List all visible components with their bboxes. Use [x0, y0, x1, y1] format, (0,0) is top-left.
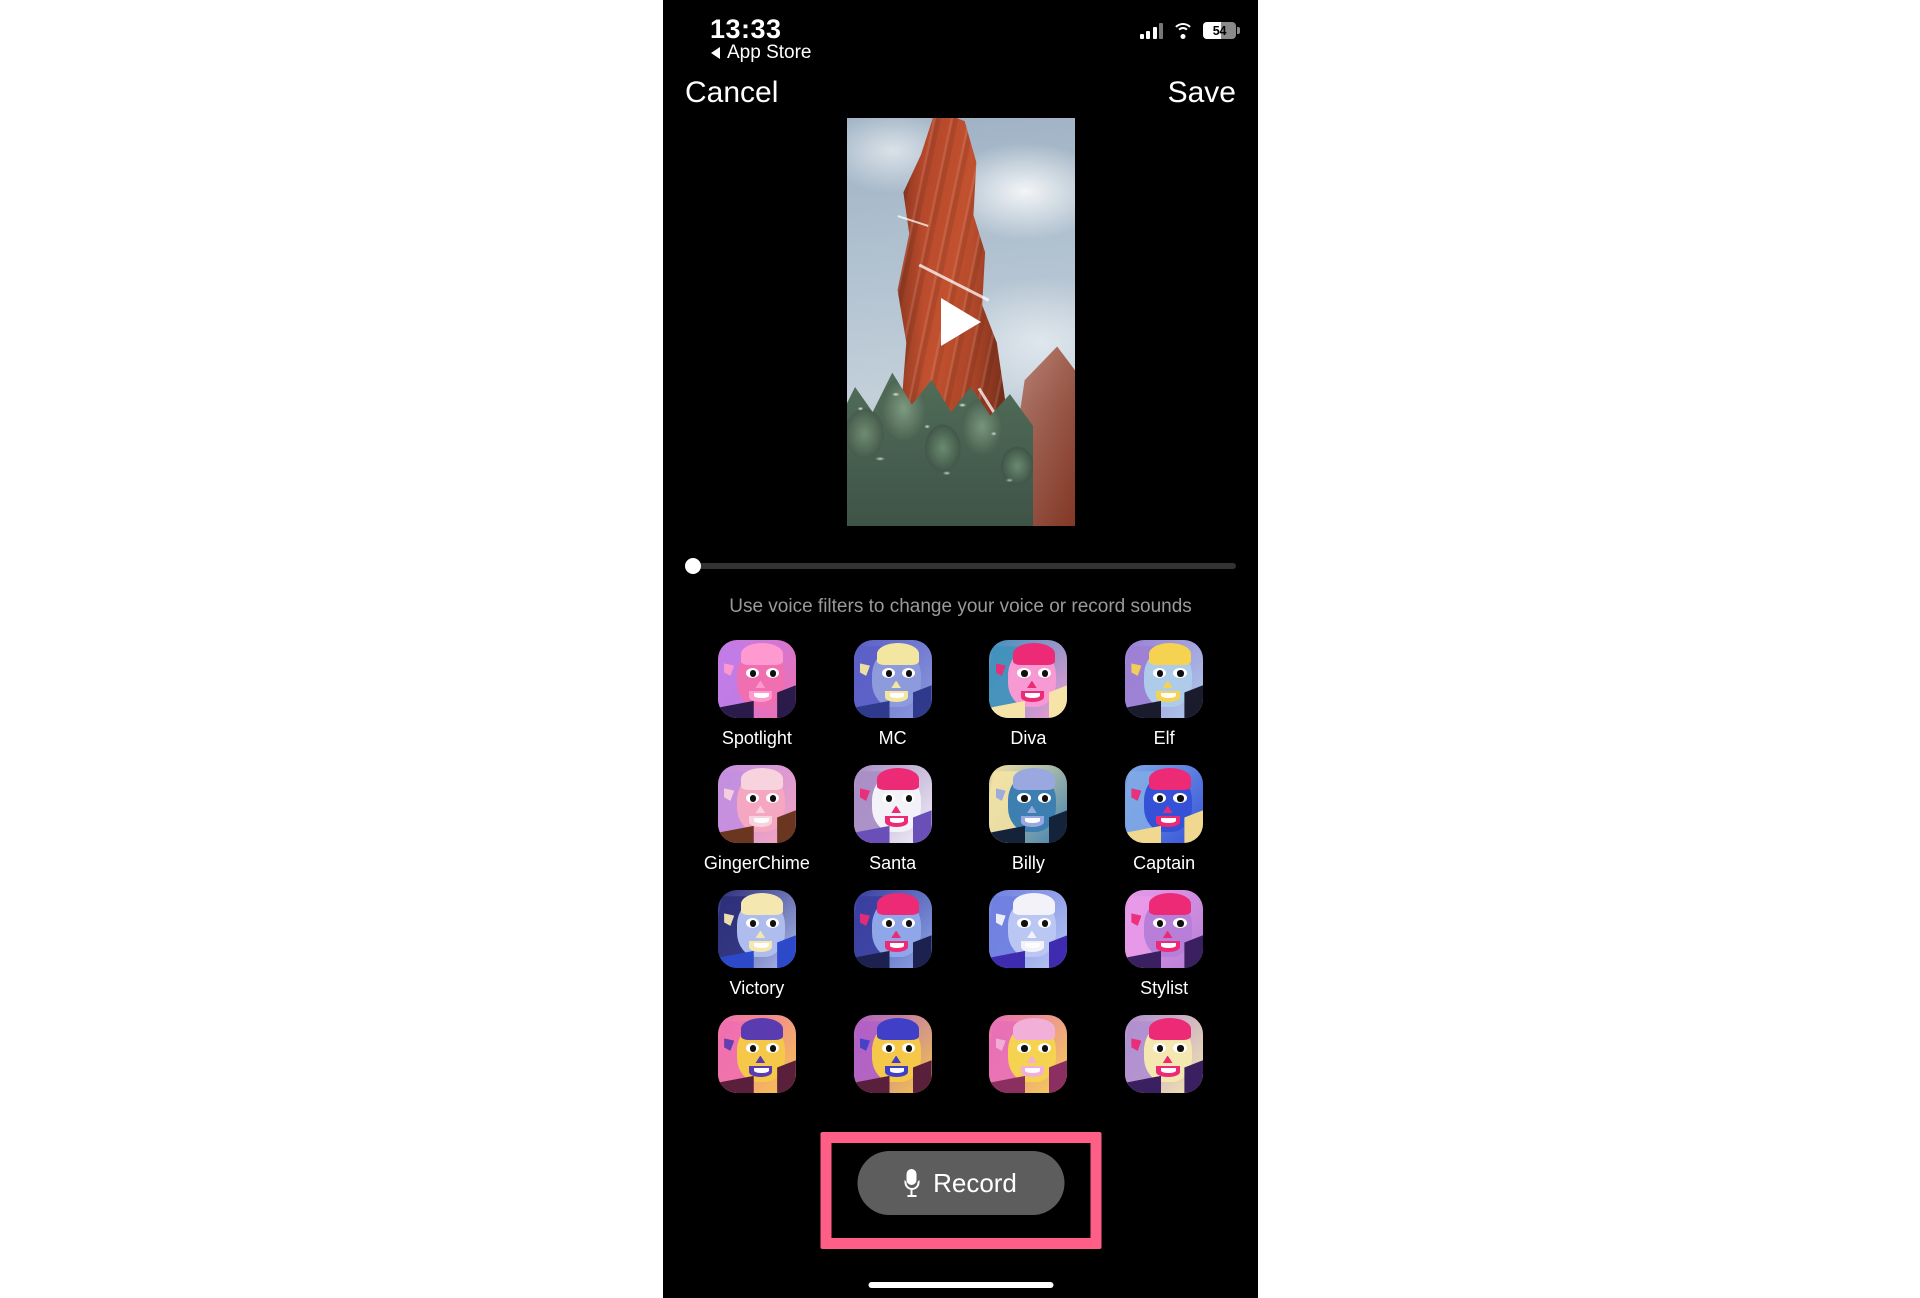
screenshot-canvas: 13:33 54 App Store Cancel Save Use voice…: [0, 0, 1920, 1298]
voice-filter-avatar-icon: [1125, 640, 1204, 718]
voice-filter-label: Stylist: [1140, 978, 1189, 998]
voice-filter-label: Santa: [869, 853, 917, 873]
voice-filter-item[interactable]: [1096, 1015, 1232, 1103]
voice-filter-avatar-icon: [853, 1015, 932, 1093]
battery-percent: 54: [1212, 23, 1227, 38]
navigation-bar: Cancel Save: [663, 70, 1258, 122]
back-link-label: App Store: [727, 42, 812, 63]
voice-filter-label: Diva: [1010, 728, 1047, 748]
voice-filter-item[interactable]: MC: [825, 640, 961, 749]
voice-filter-avatar-icon: [853, 890, 932, 968]
voice-filter-avatar-icon: [717, 890, 796, 968]
hint-text: Use voice filters to change your voice o…: [729, 596, 1192, 617]
record-button[interactable]: Record: [857, 1151, 1064, 1215]
voice-filter-label: Captain: [1133, 853, 1196, 873]
voice-filter-item[interactable]: Victory: [689, 890, 825, 999]
voice-filter-avatar-icon: [989, 640, 1068, 718]
voice-filter-item[interactable]: [961, 890, 1097, 999]
voice-filter-avatar-icon: [1125, 1015, 1204, 1093]
voice-filter-label: Victory: [729, 978, 785, 998]
voice-filter-avatar-icon: [853, 640, 932, 718]
voice-filter-item[interactable]: [961, 1015, 1097, 1103]
status-icons: 54: [1139, 22, 1240, 39]
voice-filter-avatar-icon: [717, 640, 796, 718]
voice-filter-item[interactable]: Spotlight: [689, 640, 825, 749]
voice-filter-item[interactable]: Elf: [1096, 640, 1232, 749]
voice-filter-label: MC: [878, 728, 907, 748]
phone-screen: 13:33 54 App Store Cancel Save Use voice…: [663, 0, 1258, 1298]
scrubber-track[interactable]: [691, 563, 1236, 569]
voice-filter-item[interactable]: [825, 1015, 961, 1103]
voice-filter-avatar-icon: [1125, 890, 1204, 968]
voice-filter-avatar-icon: [989, 1015, 1068, 1093]
voice-filter-item[interactable]: Diva: [961, 640, 1097, 749]
cancel-button[interactable]: Cancel: [685, 76, 778, 110]
wifi-icon: [1172, 22, 1194, 39]
voice-filter-avatar-icon: [989, 765, 1068, 843]
play-triangle-icon[interactable]: [940, 298, 981, 346]
signal-bars-icon: [1139, 22, 1163, 39]
video-scrubber[interactable]: [685, 556, 1236, 576]
voice-filter-item[interactable]: Billy: [961, 765, 1097, 874]
voice-filter-item[interactable]: [689, 1015, 825, 1103]
video-preview[interactable]: [846, 118, 1075, 526]
battery-icon: 54: [1203, 22, 1240, 39]
voice-filter-avatar-icon: [717, 1015, 796, 1093]
back-triangle-icon: [711, 47, 720, 59]
voice-filter-item[interactable]: GingerChime: [689, 765, 825, 874]
voice-filter-grid: Spotlight MC Diva Elf GingerChime Santa Billy C…: [663, 640, 1258, 1103]
voice-filter-label: Spotlight: [721, 728, 792, 748]
voice-filter-avatar-icon: [989, 890, 1068, 968]
voice-filter-avatar-icon: [1125, 765, 1204, 843]
voice-filter-label: Billy: [1011, 853, 1045, 873]
home-indicator[interactable]: [868, 1282, 1053, 1288]
back-to-app-store-link[interactable]: App Store: [711, 42, 812, 64]
voice-filter-item[interactable]: Captain: [1096, 765, 1232, 874]
voice-filter-item[interactable]: Stylist: [1096, 890, 1232, 999]
voice-filter-avatar-icon: [717, 765, 796, 843]
voice-filter-label: Elf: [1153, 728, 1175, 748]
voice-filter-label: GingerChime: [703, 853, 810, 873]
microphone-icon: [904, 1169, 920, 1198]
save-button[interactable]: Save: [1168, 76, 1236, 110]
status-time: 13:33: [710, 14, 782, 44]
voice-filter-avatar-icon: [853, 765, 932, 843]
voice-filter-item[interactable]: [825, 890, 961, 999]
record-button-label: Record: [933, 1167, 1017, 1198]
voice-filter-item[interactable]: Santa: [825, 765, 961, 874]
scrubber-handle-icon[interactable]: [685, 558, 701, 574]
